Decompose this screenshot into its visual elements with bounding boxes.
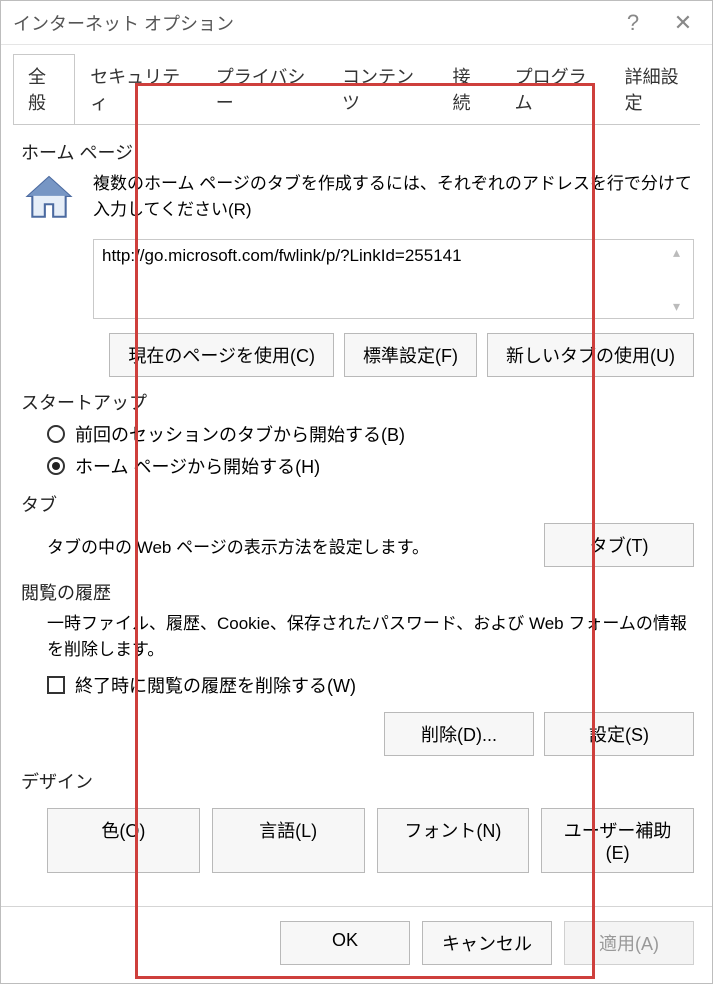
history-description: 一時ファイル、履歴、Cookie、保存されたパスワード、および Web フォーム… <box>47 611 694 664</box>
use-newtab-button[interactable]: 新しいタブの使用(U) <box>487 333 694 377</box>
group-tabs: タブ <box>21 491 694 517</box>
use-current-button[interactable]: 現在のページを使用(C) <box>109 333 334 377</box>
apply-button[interactable]: 適用(A) <box>564 921 694 965</box>
dialog-footer: OK キャンセル 適用(A) <box>1 906 712 983</box>
accessibility-button[interactable]: ユーザー補助(E) <box>541 808 694 873</box>
home-description: 複数のホーム ページのタブを作成するには、それぞれのアドレスを行で分けて入力して… <box>93 171 694 231</box>
radio-home-page-label: ホーム ページから開始する(H) <box>75 453 320 479</box>
tabs-button[interactable]: タブ(T) <box>544 523 694 567</box>
tab-connections[interactable]: 接続 <box>437 54 499 125</box>
cancel-button[interactable]: キャンセル <box>422 921 552 965</box>
help-button[interactable]: ? <box>608 1 658 45</box>
tab-programs[interactable]: プログラム <box>500 54 610 125</box>
checkbox-icon <box>47 676 65 694</box>
scroll-down-icon[interactable]: ▾ <box>673 298 689 314</box>
group-history: 閲覧の履歴 <box>21 579 694 605</box>
check-delete-on-exit-label: 終了時に閲覧の履歴を削除する(W) <box>75 672 356 698</box>
window-title: インターネット オプション <box>13 10 234 36</box>
settings-button[interactable]: 設定(S) <box>544 712 694 756</box>
radio-icon <box>47 457 65 475</box>
language-button[interactable]: 言語(L) <box>212 808 365 873</box>
check-delete-on-exit[interactable]: 終了時に閲覧の履歴を削除する(W) <box>47 672 694 698</box>
radio-home-page[interactable]: ホーム ページから開始する(H) <box>47 453 694 479</box>
delete-button[interactable]: 削除(D)... <box>384 712 534 756</box>
use-default-button[interactable]: 標準設定(F) <box>344 333 477 377</box>
tab-advanced[interactable]: 詳細設定 <box>610 54 704 125</box>
group-startup: スタートアップ <box>21 389 694 415</box>
tabs-description: タブの中の Web ページの表示方法を設定します。 <box>47 533 429 558</box>
tab-general[interactable]: 全般 <box>13 54 75 125</box>
group-home: ホーム ページ <box>21 139 694 165</box>
internet-options-window: インターネット オプション ? ✕ 全般 セキュリティ プライバシー コンテンツ… <box>0 0 713 984</box>
radio-icon <box>47 425 65 443</box>
group-design: デザイン <box>21 768 694 794</box>
scroll-up-icon[interactable]: ▴ <box>673 244 689 260</box>
color-button[interactable]: 色(O) <box>47 808 200 873</box>
tab-security[interactable]: セキュリティ <box>75 54 201 125</box>
tab-content[interactable]: コンテンツ <box>327 54 437 125</box>
close-button[interactable]: ✕ <box>658 1 708 45</box>
font-button[interactable]: フォント(N) <box>377 808 530 873</box>
tab-strip: 全般 セキュリティ プライバシー コンテンツ 接続 プログラム 詳細設定 <box>1 45 712 124</box>
tab-privacy[interactable]: プライバシー <box>201 54 327 125</box>
radio-last-session[interactable]: 前回のセッションのタブから開始する(B) <box>47 421 694 447</box>
ok-button[interactable]: OK <box>280 921 410 965</box>
radio-last-session-label: 前回のセッションのタブから開始する(B) <box>75 421 405 447</box>
home-icon <box>19 171 79 231</box>
home-url-value: http://go.microsoft.com/fwlink/p/?LinkId… <box>102 246 462 265</box>
titlebar: インターネット オプション ? ✕ <box>1 1 712 45</box>
home-url-textarea[interactable]: http://go.microsoft.com/fwlink/p/?LinkId… <box>93 239 694 319</box>
general-panel: ホーム ページ 複数のホーム ページのタブを作成するには、それぞれのアドレスを行… <box>13 124 700 914</box>
